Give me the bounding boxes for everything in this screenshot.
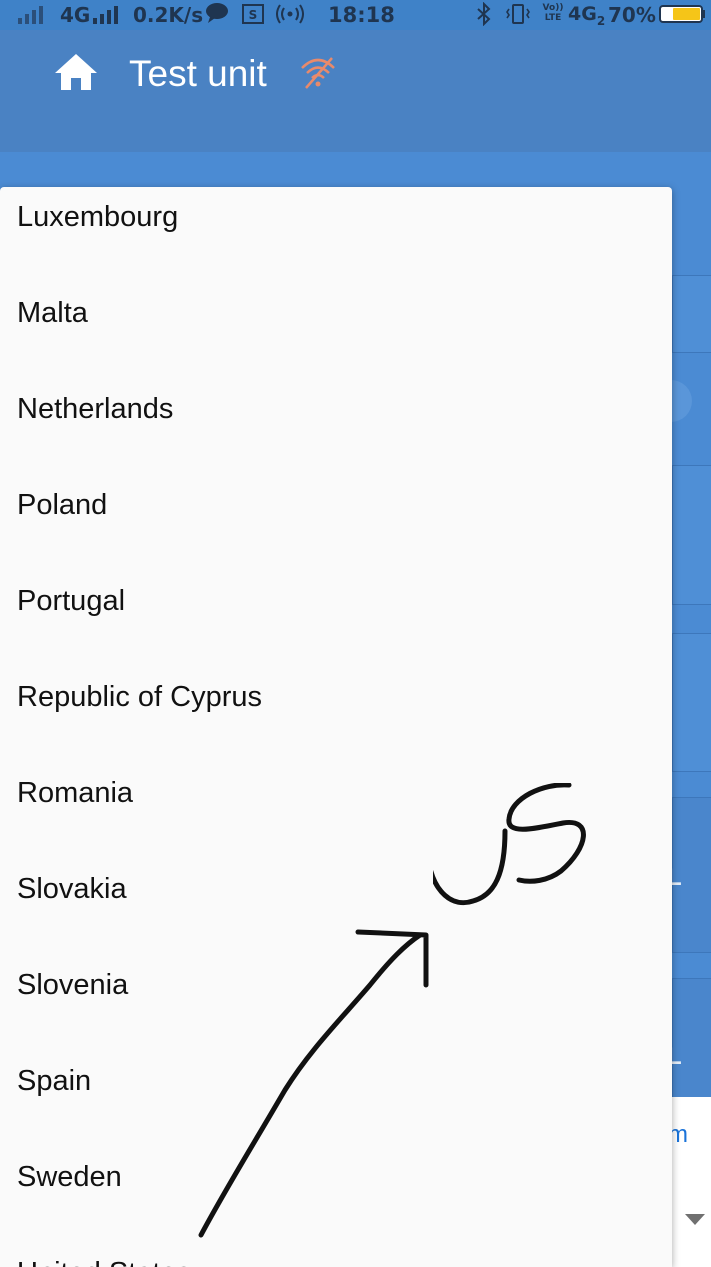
page-title: Test unit xyxy=(129,53,267,94)
radio-icon xyxy=(276,4,304,24)
battery-percent: 70% xyxy=(608,3,656,27)
dropdown-option[interactable]: Spain xyxy=(17,1064,91,1098)
dropdown-option[interactable]: Malta xyxy=(17,296,88,330)
network-speed: 0.2K/s xyxy=(133,3,204,27)
dropdown-option[interactable]: Slovakia xyxy=(17,872,127,906)
background-card xyxy=(672,633,711,772)
clock: 18:18 xyxy=(328,3,395,27)
bluetooth-icon xyxy=(477,2,491,26)
country-dropdown-list[interactable]: Luxembourg Malta Netherlands Poland Port… xyxy=(0,187,672,1267)
handwritten-us-label xyxy=(433,783,586,906)
dropdown-option[interactable]: Romania xyxy=(17,776,133,810)
status-bar: 4G 0.2K/s S 18:18 Vo)) LTE 4G2 70% xyxy=(0,0,711,30)
network-type-2: 4G2 xyxy=(568,3,606,28)
dropdown-option[interactable]: Luxembourg xyxy=(17,200,178,234)
dropdown-option[interactable]: Poland xyxy=(17,488,107,522)
chevron-down-icon[interactable] xyxy=(684,1212,706,1226)
background-card xyxy=(672,465,711,605)
dropdown-option[interactable]: Portugal xyxy=(17,584,125,618)
svg-text:S: S xyxy=(249,8,258,22)
dropdown-option[interactable]: United States xyxy=(17,1256,191,1267)
screenshot-icon: S xyxy=(242,4,264,24)
background-field xyxy=(672,275,711,353)
vibrate-icon xyxy=(506,4,530,24)
dropdown-option[interactable]: Netherlands xyxy=(17,392,173,426)
signal-icon xyxy=(18,6,43,24)
battery-icon xyxy=(659,5,705,23)
background-card xyxy=(672,978,711,1098)
network-type: 4G xyxy=(60,3,91,27)
chat-icon xyxy=(206,3,228,23)
home-icon[interactable] xyxy=(53,52,99,92)
volte-indicator: Vo)) LTE xyxy=(542,3,564,23)
wifi-off-icon xyxy=(301,57,335,89)
dropdown-option[interactable]: Slovenia xyxy=(17,968,128,1002)
app-bar: Test unit xyxy=(0,30,711,152)
dropdown-option[interactable]: Republic of Cyprus xyxy=(17,680,262,714)
dropdown-option[interactable]: Sweden xyxy=(17,1160,122,1194)
signal-icon xyxy=(93,6,118,24)
